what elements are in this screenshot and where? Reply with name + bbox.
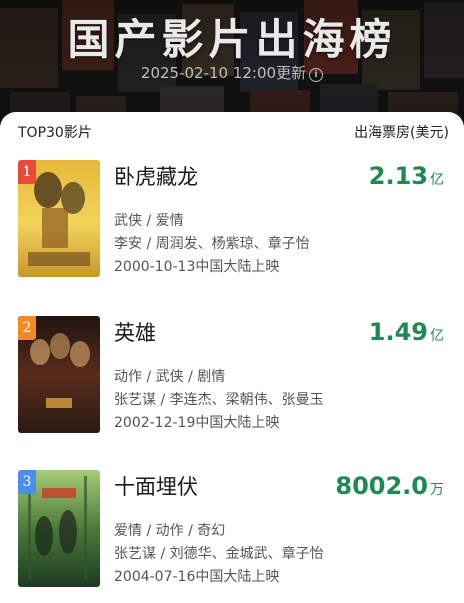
ranking-card: TOP30影片 出海票房(美元) 1 卧虎藏龙 2.13 亿 武侠 / 爱情 李… — [0, 112, 464, 603]
movie-crew: 张艺谋 / 李连杰、梁朝伟、张曼玉 — [114, 392, 324, 408]
info-icon[interactable]: i — [309, 68, 324, 82]
movie-genre: 爱情 / 动作 / 奇幻 — [114, 523, 226, 539]
box-office: 8002.0 万 — [335, 472, 444, 500]
movie-title[interactable]: 十面埋伏 — [114, 471, 198, 501]
movie-poster[interactable]: 2 — [18, 316, 100, 433]
movie-row[interactable]: 2 英雄 1.49 亿 动作 / 武侠 / 剧情 张艺谋 / 李连杰、梁朝伟、张曼… — [0, 316, 464, 441]
movie-poster[interactable]: 3 — [18, 470, 100, 587]
movie-row[interactable]: 3 十面埋伏 8002.0 万 爱情 / 动作 / 奇幻 张艺谋 / 刘德华、金城… — [0, 470, 464, 595]
rank-badge: 2 — [18, 316, 36, 340]
box-office-unit: 万 — [430, 482, 444, 498]
page-title: 国产影片出海榜 — [67, 15, 397, 64]
movie-title[interactable]: 英雄 — [114, 317, 156, 347]
list-header-title: TOP30影片 — [18, 125, 92, 141]
movie-release: 2002-12-19中国大陆上映 — [114, 415, 280, 431]
movie-row[interactable]: 1 卧虎藏龙 2.13 亿 武侠 / 爱情 李安 / 周润发、杨紫琼、章子怡 20… — [0, 160, 464, 285]
box-office: 2.13 亿 — [369, 162, 444, 190]
rank-badge: 3 — [18, 470, 36, 494]
update-time: 2025-02-10 12:00更新 i — [0, 62, 464, 83]
box-office-unit: 亿 — [430, 328, 444, 344]
box-office-value: 2.13 — [368, 162, 428, 190]
movie-crew: 张艺谋 / 刘德华、金城武、章子怡 — [114, 546, 324, 562]
box-office: 1.49 亿 — [369, 318, 444, 346]
movie-crew: 李安 / 周润发、杨紫琼、章子怡 — [114, 236, 310, 252]
movie-genre: 武侠 / 爱情 — [114, 213, 184, 229]
list-header: TOP30影片 出海票房(美元) — [18, 122, 449, 142]
box-office-unit: 亿 — [430, 172, 444, 188]
update-time-text: 2025-02-10 12:00更新 — [140, 64, 307, 82]
box-office-value: 8002.0 — [335, 472, 428, 500]
movie-title[interactable]: 卧虎藏龙 — [114, 161, 198, 191]
movie-genre: 动作 / 武侠 / 剧情 — [114, 369, 226, 385]
list-header-metric: 出海票房(美元) — [354, 125, 449, 141]
rank-badge: 1 — [18, 160, 36, 184]
movie-release: 2000-10-13中国大陆上映 — [114, 259, 280, 275]
movie-release: 2004-07-16中国大陆上映 — [114, 569, 280, 585]
movie-poster[interactable]: 1 — [18, 160, 100, 277]
box-office-value: 1.49 — [368, 318, 428, 346]
